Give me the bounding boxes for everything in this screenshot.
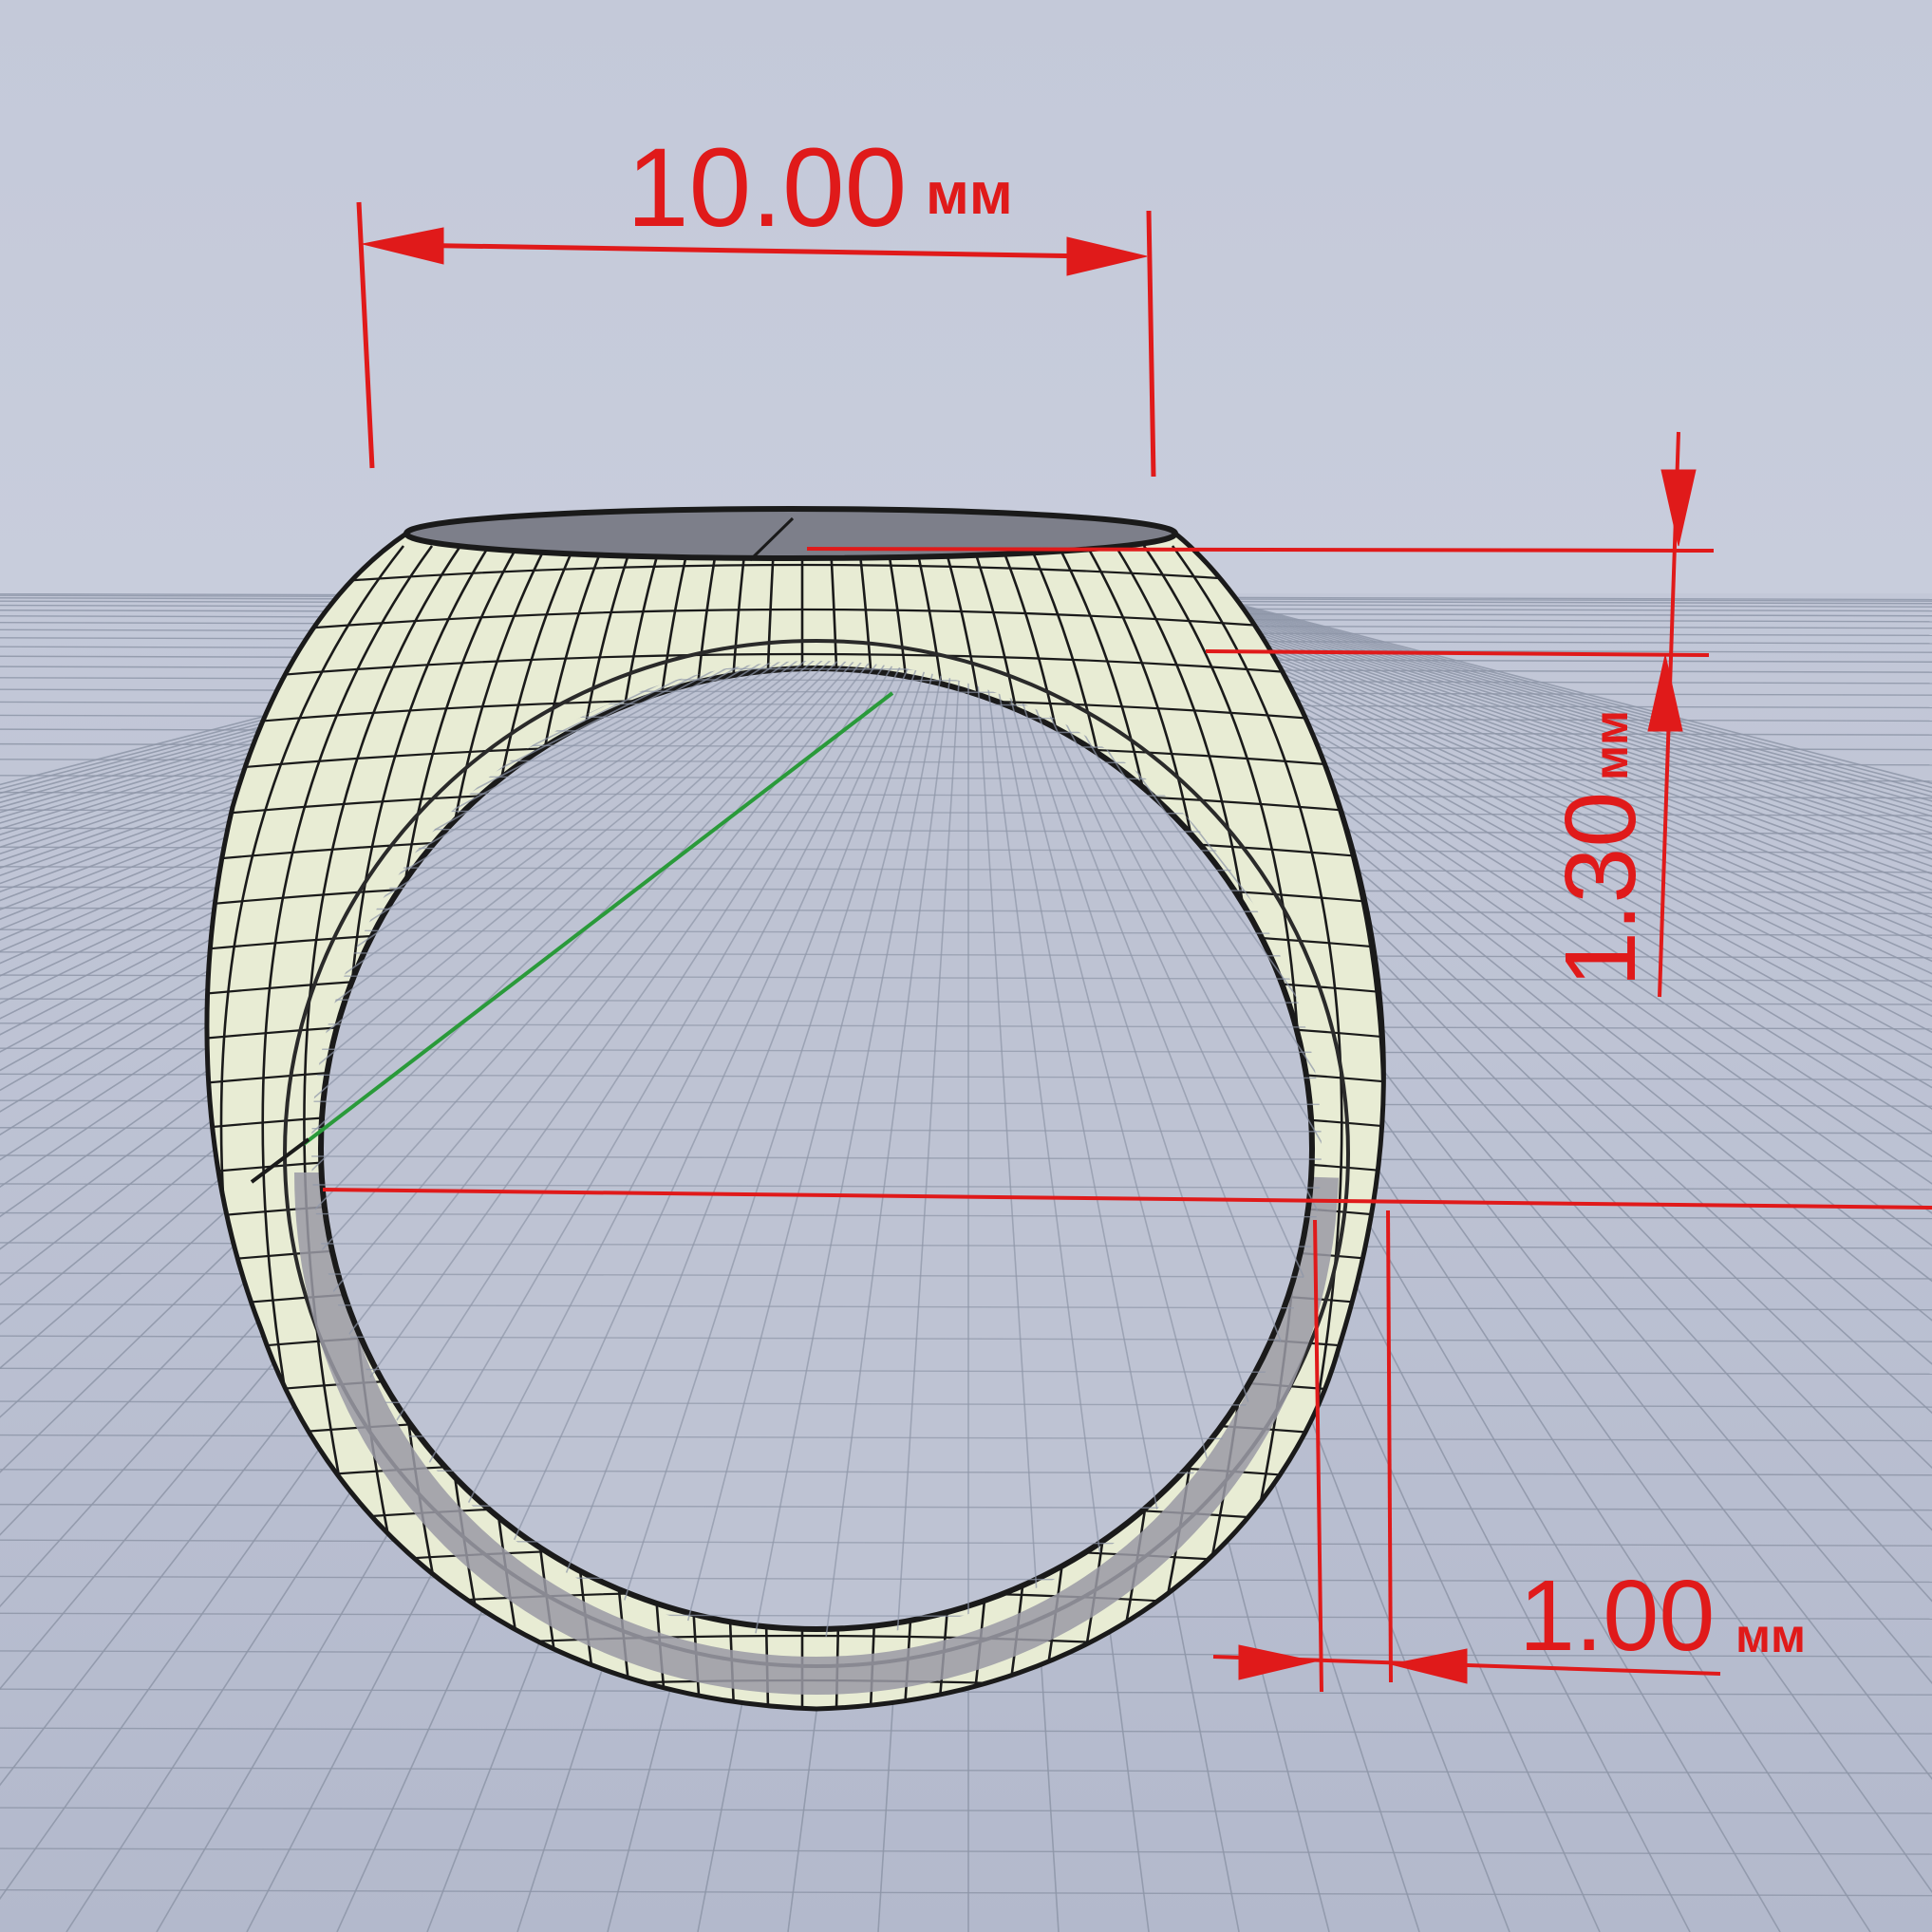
perspective-view[interactable]: 10.00 мм 1.30 мм 1.00 мм: [0, 0, 1932, 1932]
width-unit: мм: [926, 161, 1013, 227]
width-value: 10.00: [627, 125, 907, 251]
shank-thickness-value: 1.00: [1519, 1560, 1715, 1672]
top-thickness-value: 1.30: [1545, 792, 1657, 987]
top-thickness-unit: мм: [1585, 710, 1638, 780]
shank-thickness-unit: мм: [1735, 1609, 1806, 1662]
cad-viewport[interactable]: 10.00 мм 1.30 мм 1.00 мм: [0, 0, 1932, 1932]
